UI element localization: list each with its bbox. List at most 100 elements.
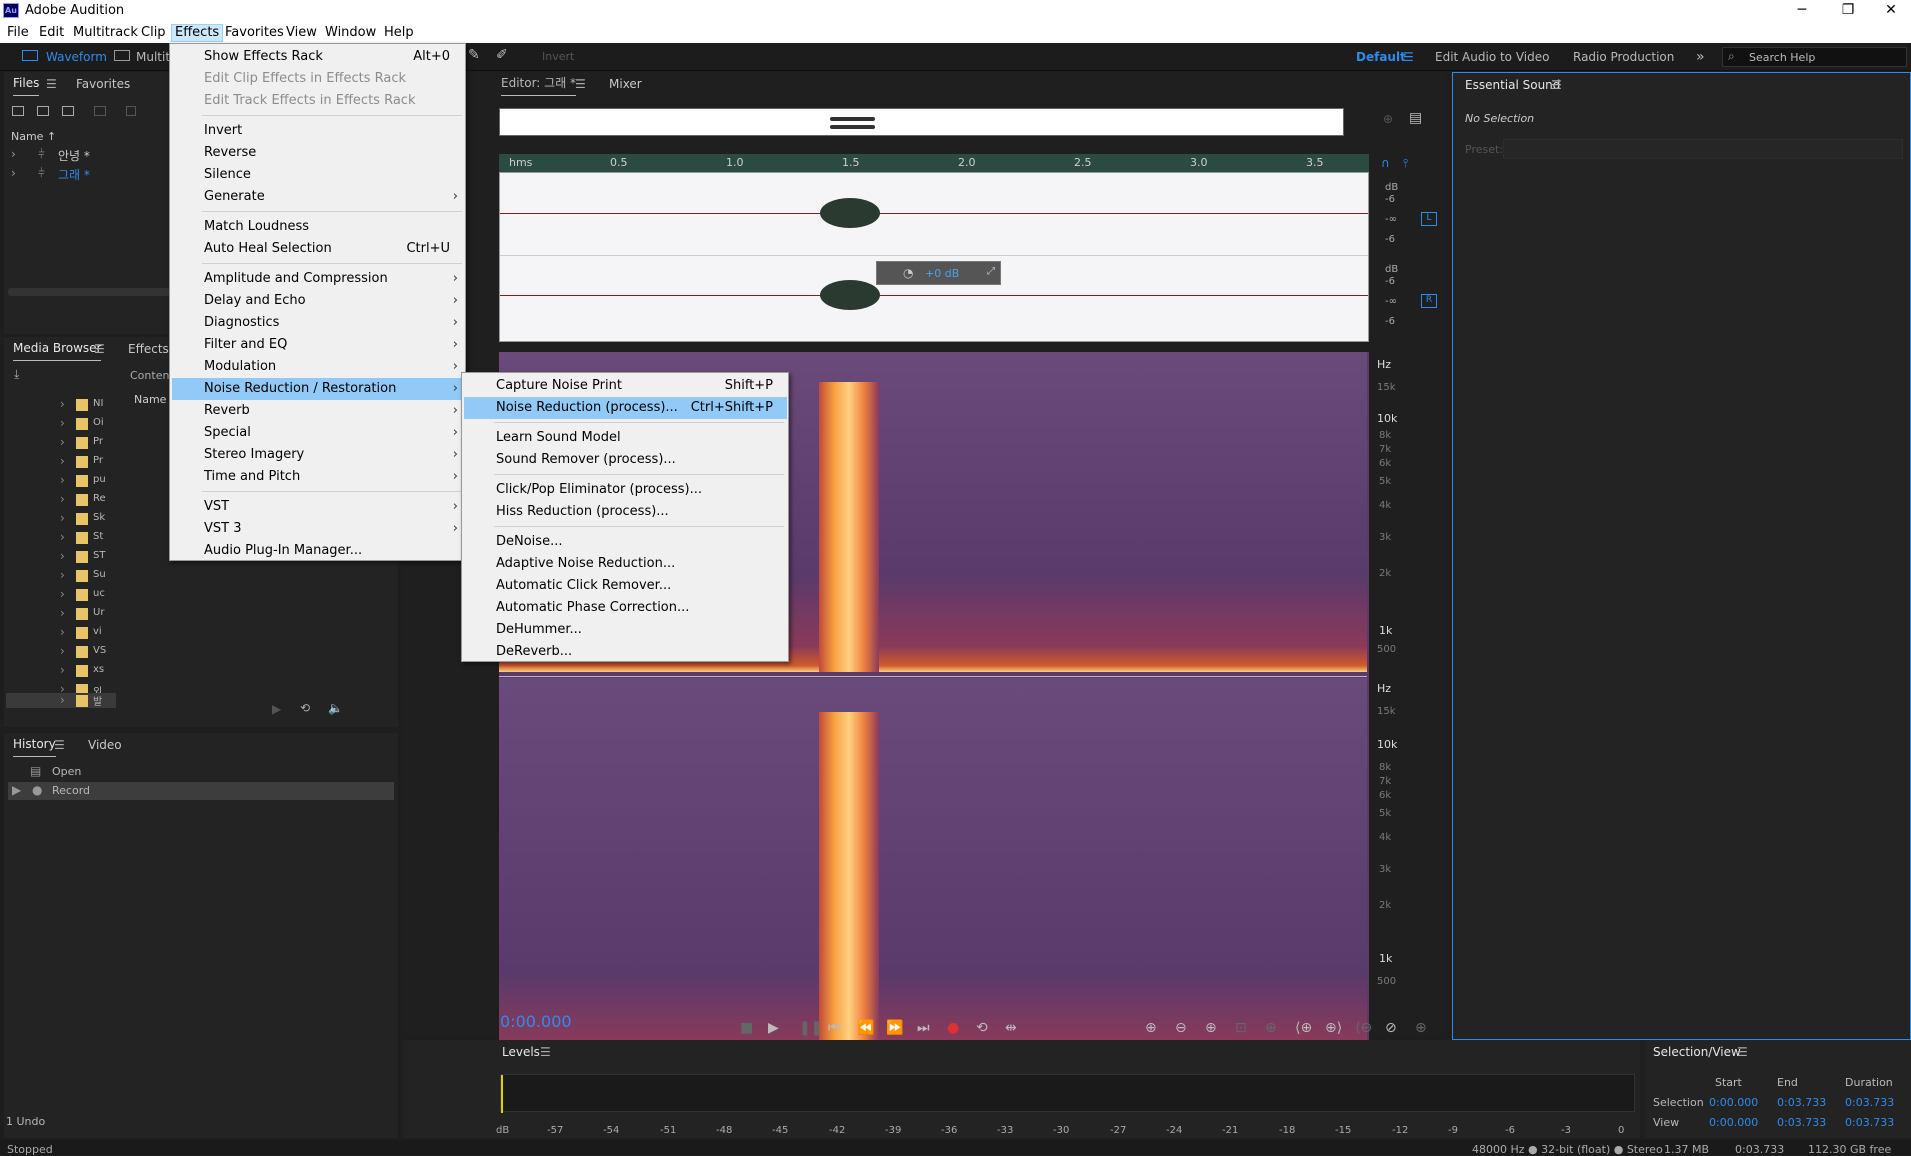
selection-duration[interactable]: 0:03.733 <box>1845 1096 1894 1109</box>
name-column[interactable]: Name <box>134 393 166 406</box>
menu-help[interactable]: Help <box>381 24 417 42</box>
invert-button[interactable]: Invert <box>542 48 574 66</box>
expand-icon[interactable]: › <box>11 147 16 161</box>
delete-file-icon[interactable] <box>126 106 136 116</box>
menu-item-sound-remover[interactable]: Sound Remover (process)... <box>464 449 787 471</box>
menu-item-show-effects-rack[interactable]: Show Effects Rack Alt+0 <box>172 46 464 68</box>
zoom-in-time-icon[interactable]: ⊕ <box>1205 1020 1217 1036</box>
menu-favorites[interactable]: Favorites <box>222 24 287 42</box>
zoom-reset-icon[interactable]: ⊘ <box>1385 1020 1397 1036</box>
menu-item-denoise[interactable]: DeNoise... <box>464 531 787 553</box>
spot-heal-icon[interactable]: ✐ <box>496 47 508 63</box>
workspace-edit-video[interactable]: Edit Audio to Video <box>1435 48 1549 66</box>
menu-item-auto-phase[interactable]: Automatic Phase Correction... <box>464 597 787 619</box>
menu-item-dereverb[interactable]: DeReverb... <box>464 641 787 663</box>
folder-item[interactable]: › uc <box>60 587 110 603</box>
folder-item[interactable]: › Sk <box>60 511 110 527</box>
folder-item[interactable]: › vi <box>60 625 110 641</box>
menu-item-hiss-reduction[interactable]: Hiss Reduction (process)... <box>464 501 787 523</box>
editor-tab[interactable]: Editor: 그래 * <box>501 72 577 96</box>
menu-item-adaptive-noise[interactable]: Adaptive Noise Reduction... <box>464 553 787 575</box>
expand-icon[interactable]: › <box>11 166 16 180</box>
menu-edit[interactable]: Edit <box>36 24 67 42</box>
panel-menu-icon[interactable]: ☰ <box>1551 78 1562 92</box>
menu-effects[interactable]: Effects <box>171 24 224 42</box>
menu-view[interactable]: View <box>283 24 320 42</box>
menu-item-modulation[interactable]: Modulation › <box>172 356 464 378</box>
selection-view-tab[interactable]: Selection/View <box>1653 1040 1741 1064</box>
overview-bar[interactable] <box>499 108 1344 136</box>
timecode-display[interactable]: 0:00.000 <box>500 1012 572 1031</box>
panel-menu-icon[interactable]: ☰ <box>94 342 105 356</box>
menu-item-amplitude[interactable]: Amplitude and Compression › <box>172 268 464 290</box>
time-ruler[interactable]: hms 0.5 1.0 1.5 2.0 2.5 3.0 3.5 <box>499 154 1369 172</box>
search-help-field[interactable]: ⌕ Search Help <box>1722 47 1907 67</box>
menu-item-delay-echo[interactable]: Delay and Echo › <box>172 290 464 312</box>
folder-item[interactable]: › Ur <box>60 606 110 622</box>
folder-item[interactable]: › Pr <box>60 435 110 451</box>
spectral-display-icon[interactable]: ▤ <box>1409 110 1422 126</box>
restore-button[interactable]: ❐ <box>1825 0 1871 22</box>
menu-item-auto-heal[interactable]: Auto Heal Selection Ctrl+U <box>172 238 464 260</box>
panel-menu-icon[interactable]: ☰ <box>1737 1045 1748 1059</box>
stop-icon[interactable]: ■ <box>740 1020 753 1036</box>
folder-item[interactable]: › Pr <box>60 454 110 470</box>
zoom-in-amplitude-icon[interactable]: ⊕ <box>1145 1020 1157 1036</box>
menu-item-generate[interactable]: Generate › <box>172 186 464 208</box>
folder-item-selected[interactable]: › 발 <box>6 693 116 708</box>
folder-item[interactable]: › VS <box>60 644 110 660</box>
play-preview-icon[interactable]: ▶ <box>272 702 281 716</box>
zoom-out-amplitude-icon[interactable]: ⊖ <box>1175 1020 1187 1036</box>
folder-item[interactable]: › Re <box>60 492 110 508</box>
zoom-out-full-icon[interactable]: ⊕ <box>1265 1020 1277 1036</box>
skip-selection-icon[interactable]: ⇹ <box>1005 1020 1017 1036</box>
levels-tab[interactable]: Levels <box>502 1040 540 1064</box>
menu-item-special[interactable]: Special › <box>172 422 464 444</box>
files-name-column[interactable]: Name ↑ <box>11 130 56 143</box>
history-tab[interactable]: History <box>13 733 56 757</box>
media-browser-tab[interactable]: Media Browser <box>13 337 102 361</box>
snap-icon[interactable]: ∩ <box>1381 156 1390 170</box>
history-item[interactable]: ▤ Open <box>8 763 394 781</box>
insert-icon[interactable] <box>94 106 106 116</box>
zoom-lock-icon[interactable]: ⊕ <box>1383 112 1393 126</box>
menu-item-diagnostics[interactable]: Diagnostics › <box>172 312 464 334</box>
menu-item-capture-noise-print[interactable]: Capture Noise Print Shift+P <box>464 375 787 397</box>
zoom-to-icon[interactable]: ⊕ <box>1415 1020 1427 1036</box>
zoom-in-right-icon[interactable]: ⊕⟩ <box>1325 1020 1342 1036</box>
record-icon[interactable]: ● <box>947 1020 959 1036</box>
play-icon[interactable]: ▶ <box>768 1020 779 1036</box>
marker-pin-icon[interactable]: ⫯ <box>1403 156 1408 171</box>
folder-item[interactable]: › ST <box>60 549 110 565</box>
loop-preview-icon[interactable]: ⟲ <box>300 701 310 715</box>
menu-item-invert[interactable]: Invert <box>172 120 464 142</box>
pin-icon[interactable]: ⤢ <box>987 266 995 277</box>
preset-dropdown[interactable] <box>1503 139 1903 159</box>
workspace-default[interactable]: Default <box>1356 48 1406 66</box>
channel-right-toggle[interactable]: R <box>1421 294 1437 308</box>
menu-item-match-loudness[interactable]: Match Loudness <box>172 216 464 238</box>
mixer-tab[interactable]: Mixer <box>609 72 642 96</box>
folder-item[interactable]: › NI <box>60 397 110 413</box>
waveform-display[interactable]: ◔ +0 dB ⤢ <box>499 172 1369 342</box>
menu-window[interactable]: Window <box>322 24 379 42</box>
view-end[interactable]: 0:03.733 <box>1777 1116 1826 1129</box>
rewind-icon[interactable]: ⏪ <box>857 1020 874 1036</box>
video-tab[interactable]: Video <box>88 733 122 757</box>
files-scrollbar[interactable] <box>8 288 170 296</box>
menu-item-noise-reduction[interactable]: Noise Reduction / Restoration › <box>172 378 464 400</box>
skip-back-icon[interactable]: ⏮ <box>828 1020 841 1036</box>
menu-item-edit-track-effects[interactable]: Edit Track Effects in Effects Rack <box>172 90 464 112</box>
menu-item-learn-sound-model[interactable]: Learn Sound Model <box>464 427 787 449</box>
file-item[interactable]: › ⫩ 그래 * <box>4 165 168 183</box>
file-item[interactable]: › ⫩ 안녕 * <box>4 146 168 164</box>
menu-item-time-pitch[interactable]: Time and Pitch › <box>172 466 464 488</box>
folder-item[interactable]: › Oi <box>60 416 110 432</box>
menu-item-reverb[interactable]: Reverb › <box>172 400 464 422</box>
volume-knob-icon[interactable]: ◔ <box>903 266 913 280</box>
brush-icon[interactable]: ✎ <box>468 47 480 63</box>
view-duration[interactable]: 0:03.733 <box>1845 1116 1894 1129</box>
menu-item-vst[interactable]: VST › <box>172 496 464 518</box>
import-icon[interactable] <box>37 106 49 116</box>
zoom-selection-icon[interactable]: ⊡ <box>1235 1020 1247 1036</box>
